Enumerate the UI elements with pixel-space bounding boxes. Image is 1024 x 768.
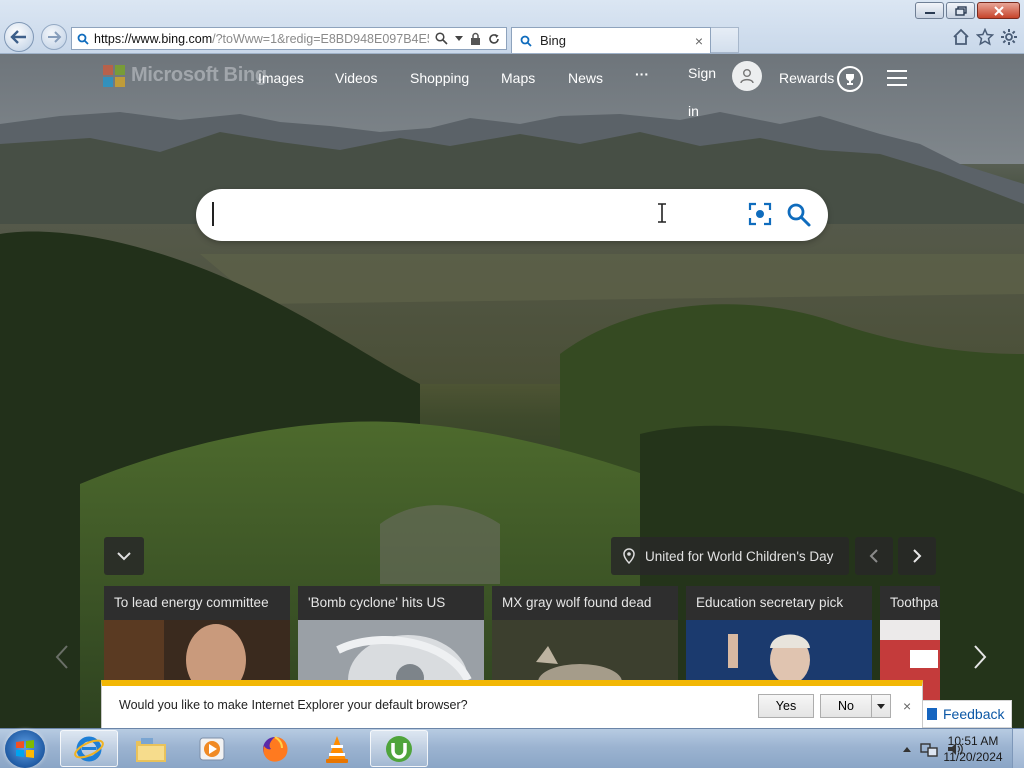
bing-tab-icon <box>520 35 532 47</box>
search-box[interactable] <box>196 189 828 241</box>
settings-gear-icon[interactable] <box>1000 28 1018 46</box>
microsoft-logo-icon <box>103 64 125 87</box>
yes-button[interactable]: Yes <box>758 694 814 718</box>
toolbar-icons <box>952 28 1018 46</box>
chevron-right-icon <box>913 549 922 563</box>
taskbar-media-player[interactable] <box>184 730 242 767</box>
chevron-left-icon <box>869 549 878 563</box>
taskbar-utorrent[interactable] <box>370 730 428 767</box>
rewards-label[interactable]: Rewards <box>779 70 834 86</box>
lock-icon[interactable] <box>470 32 481 45</box>
taskbar-firefox[interactable] <box>246 730 304 767</box>
restore-button[interactable] <box>946 2 975 19</box>
browser-toolbar: https://www.bing.com/?toWww=1&redig=E8BD… <box>0 0 1024 54</box>
tab-close-icon[interactable]: × <box>688 33 710 49</box>
new-tab-button[interactable] <box>711 27 739 53</box>
network-icon[interactable] <box>920 741 938 757</box>
news-card-title: Education secretary pick <box>696 595 844 610</box>
nav-images[interactable]: Images <box>258 70 304 86</box>
back-button[interactable] <box>4 22 34 52</box>
show-hidden-icons-icon[interactable] <box>902 745 912 753</box>
menu-hamburger-icon[interactable] <box>887 70 907 86</box>
search-submit-icon[interactable] <box>786 202 812 228</box>
logo-text: Microsoft Bing <box>131 64 267 86</box>
chevron-left-icon <box>55 645 68 669</box>
firefox-icon <box>263 735 288 762</box>
sign-in-link[interactable]: Sign in <box>688 54 722 130</box>
tab-bing[interactable]: Bing × <box>511 27 711 53</box>
clock-time: 10:51 AM <box>947 734 999 748</box>
nav-more[interactable]: ··· <box>635 66 649 82</box>
forward-arrow-icon <box>48 31 62 43</box>
visual-search-icon[interactable] <box>748 202 772 226</box>
nav-shopping[interactable]: Shopping <box>410 70 469 86</box>
notification-message: Would you like to make Internet Explorer… <box>119 698 468 712</box>
tab-label: Bing <box>540 33 567 48</box>
feedback-button[interactable]: Feedback <box>922 700 1012 728</box>
forward-button[interactable] <box>41 24 67 50</box>
chevron-right-icon <box>974 645 987 669</box>
close-window-button[interactable] <box>977 2 1020 19</box>
address-bar[interactable]: https://www.bing.com/?toWww=1&redig=E8BD… <box>71 27 507 50</box>
taskbar-internet-explorer[interactable] <box>60 730 118 767</box>
bing-logo[interactable]: Microsoft Bing <box>103 64 267 87</box>
back-arrow-icon <box>10 30 26 44</box>
url-path: /?toWww=1&redig=E8BD948E097B4E508I <box>212 31 429 46</box>
mouse-ibeam-cursor-icon <box>658 203 666 223</box>
search-input[interactable] <box>212 201 732 229</box>
media-player-icon <box>199 737 225 760</box>
taskbar-vlc[interactable] <box>308 730 366 767</box>
home-icon[interactable] <box>952 28 970 46</box>
carousel-prev-button[interactable] <box>50 642 74 672</box>
bing-homepage: Microsoft Bing Images Videos Shopping Ma… <box>0 54 1024 728</box>
rewards-trophy-icon[interactable] <box>837 66 863 92</box>
windows-logo-icon <box>16 740 34 758</box>
clock-date: 11/20/2024 <box>943 750 1003 764</box>
window-controls <box>915 2 1020 19</box>
location-label: United for World Children's Day <box>645 548 834 564</box>
location-pin-icon <box>623 548 635 564</box>
feedback-label: Feedback <box>943 706 1005 722</box>
feedback-icon <box>927 708 937 720</box>
previous-image-button[interactable] <box>855 537 893 575</box>
chevron-down-icon <box>117 551 131 560</box>
vlc-cone-icon <box>326 735 348 763</box>
search-address-icon[interactable] <box>435 32 448 45</box>
carousel-next-button[interactable] <box>968 642 992 672</box>
favorites-star-icon[interactable] <box>976 28 994 46</box>
bing-favicon-icon <box>72 33 94 45</box>
folder-icon <box>136 737 166 762</box>
no-dropdown-button[interactable] <box>872 694 891 718</box>
nav-videos[interactable]: Videos <box>335 70 378 86</box>
refresh-icon[interactable] <box>488 33 500 45</box>
next-image-button[interactable] <box>898 537 936 575</box>
news-card-title: MX gray wolf found dead <box>502 595 652 610</box>
user-avatar-icon[interactable] <box>732 61 762 91</box>
dropdown-icon[interactable] <box>455 35 463 42</box>
internet-explorer-icon <box>74 736 104 761</box>
minimize-button[interactable] <box>915 2 944 19</box>
nav-maps[interactable]: Maps <box>501 70 535 86</box>
windows-taskbar: 10:51 AM 11/20/2024 <box>0 728 1024 768</box>
utorrent-icon <box>386 735 412 762</box>
default-browser-notification: Would you like to make Internet Explorer… <box>101 680 923 728</box>
news-card-title: Toothpa <box>890 595 939 610</box>
news-card-title: To lead energy committee <box>114 595 269 610</box>
text-caret <box>212 202 214 226</box>
start-button[interactable] <box>5 730 45 768</box>
notification-close-button[interactable]: × <box>903 698 911 714</box>
nav-news[interactable]: News <box>568 70 603 86</box>
show-desktop-button[interactable] <box>1012 729 1024 768</box>
image-location-info[interactable]: United for World Children's Day <box>611 537 849 575</box>
system-clock[interactable]: 10:51 AM 11/20/2024 <box>940 733 1006 765</box>
url-host: https://www.bing.com <box>94 31 213 46</box>
address-url[interactable]: https://www.bing.com/?toWww=1&redig=E8BD… <box>94 32 429 46</box>
no-button[interactable]: No <box>820 694 872 718</box>
collapse-feed-button[interactable] <box>104 537 144 575</box>
taskbar-file-explorer[interactable] <box>122 730 180 767</box>
dropdown-arrow-icon <box>877 703 885 709</box>
news-card-title: 'Bomb cyclone' hits US <box>308 595 446 610</box>
